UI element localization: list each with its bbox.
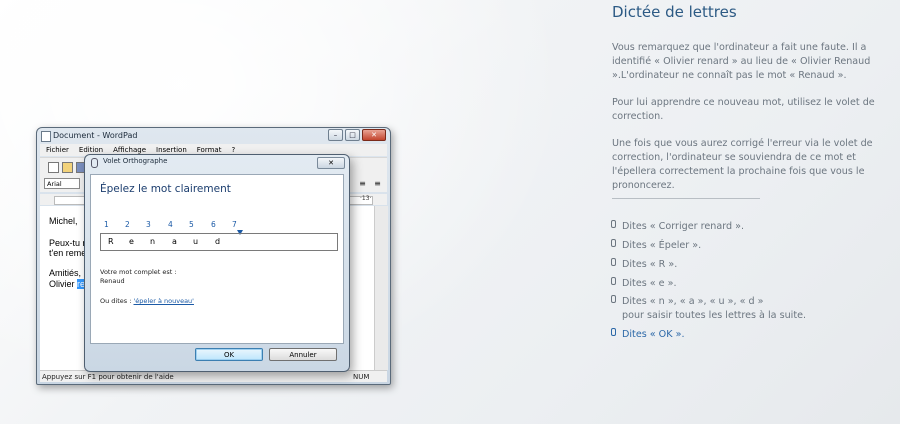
- status-text: Appuyez sur F1 pour obtenir de l'aide: [42, 373, 174, 381]
- spelled-letter: R: [108, 237, 114, 246]
- doc-line: Peux-tu r: [49, 238, 86, 248]
- step-text: Dites « R ».: [622, 259, 678, 270]
- doc-line: Michel,: [49, 216, 78, 226]
- separator: [612, 198, 760, 199]
- spell-again-link[interactable]: 'épeler à nouveau': [134, 297, 194, 305]
- panel-title: Volet Orthographe: [103, 157, 168, 165]
- maximize-button[interactable]: □: [345, 129, 360, 141]
- step-text: Dites « n », « a », « u », « d »: [622, 296, 764, 307]
- or-say-line: Ou dites : 'épeler à nouveau': [100, 297, 194, 305]
- window-controls: – □ ✕: [328, 129, 386, 141]
- lesson-step: Dites « n », « a », « u », « d »: [609, 295, 764, 309]
- microphone-icon: [609, 220, 617, 234]
- position-number: 5: [189, 220, 194, 229]
- lesson-step: Dites « Épeler ».: [609, 239, 701, 253]
- step-text: Dites « OK ».: [622, 329, 685, 340]
- complete-word-label: Votre mot complet est :: [100, 268, 177, 276]
- spelled-letter: d: [215, 237, 221, 246]
- panel-heading: Épelez le mot clairement: [100, 183, 231, 195]
- cancel-button[interactable]: Annuler: [269, 348, 337, 361]
- lesson-step: Dites « R ».: [609, 258, 677, 272]
- lesson-paragraph: Vous remarquez que l'ordinateur a fait u…: [612, 42, 871, 81]
- spelling-input[interactable]: R e n a u d: [100, 233, 338, 251]
- spelled-letter: n: [150, 237, 156, 246]
- menu-fichier[interactable]: Fichier: [46, 144, 69, 156]
- microphone-icon: [91, 158, 98, 168]
- position-number: 6: [211, 220, 216, 229]
- lesson-paragraph: Une fois que vous aurez corrigé l'erreur…: [612, 138, 873, 191]
- status-num: NUM: [353, 373, 370, 381]
- microphone-icon: [609, 295, 617, 309]
- lesson-paragraph: Pour lui apprendre ce nouveau mot, utili…: [612, 97, 875, 122]
- panel-body: Épelez le mot clairement 1 2 3 4 5 6 7 R…: [90, 174, 344, 344]
- doc-text: Olivier: [49, 279, 78, 289]
- doc-line: Amitiés,: [49, 268, 82, 278]
- complete-word: Renaud: [100, 277, 125, 285]
- lesson-step: Dites « e ».: [609, 277, 677, 291]
- open-folder-icon[interactable]: [62, 162, 73, 173]
- panel-close-button[interactable]: ✕: [317, 157, 345, 169]
- spelled-letter: e: [129, 237, 134, 246]
- microphone-icon: [609, 277, 617, 291]
- spelled-letter: u: [193, 237, 199, 246]
- position-number: 3: [146, 220, 151, 229]
- lesson-step: Dites « Corriger renard ».: [609, 220, 744, 234]
- position-number: 4: [168, 220, 173, 229]
- ok-button[interactable]: OK: [195, 348, 263, 361]
- microphone-icon: [609, 258, 617, 272]
- spelled-letter: a: [172, 237, 177, 246]
- step-text: Dites « e ».: [622, 278, 677, 289]
- step-continuation: pour saisir toutes les lettres à la suit…: [622, 310, 807, 321]
- document-icon: [41, 131, 51, 142]
- align-left-icon[interactable]: ≡: [358, 179, 367, 188]
- ruler-mark: ·13·: [360, 195, 372, 202]
- step-text: Dites « Corriger renard ».: [622, 221, 745, 232]
- minimize-button[interactable]: –: [328, 129, 343, 141]
- step-text: Dites « Épeler ».: [622, 240, 702, 251]
- new-document-icon[interactable]: [48, 162, 59, 173]
- close-button[interactable]: ✕: [362, 129, 386, 141]
- doc-line-olivier: Olivier re: [49, 279, 86, 289]
- doc-line: t'en reme: [49, 248, 87, 258]
- position-number: 2: [125, 220, 130, 229]
- or-say-label: Ou dites :: [100, 297, 134, 305]
- font-select[interactable]: Arial: [44, 178, 80, 189]
- align-center-icon[interactable]: ≡: [373, 179, 382, 188]
- spelling-panel: Volet Orthographe ✕ Épelez le mot claire…: [84, 154, 350, 372]
- microphone-icon: [609, 239, 617, 253]
- wordpad-title: Document - WordPad: [53, 131, 138, 140]
- lesson-title: Dictée de lettres: [612, 3, 737, 21]
- position-number: 7: [232, 220, 237, 229]
- position-number: 1: [104, 220, 109, 229]
- lesson-step-active: Dites « OK ».: [609, 328, 685, 342]
- microphone-icon: [609, 328, 617, 342]
- vertical-scrollbar[interactable]: [374, 206, 388, 370]
